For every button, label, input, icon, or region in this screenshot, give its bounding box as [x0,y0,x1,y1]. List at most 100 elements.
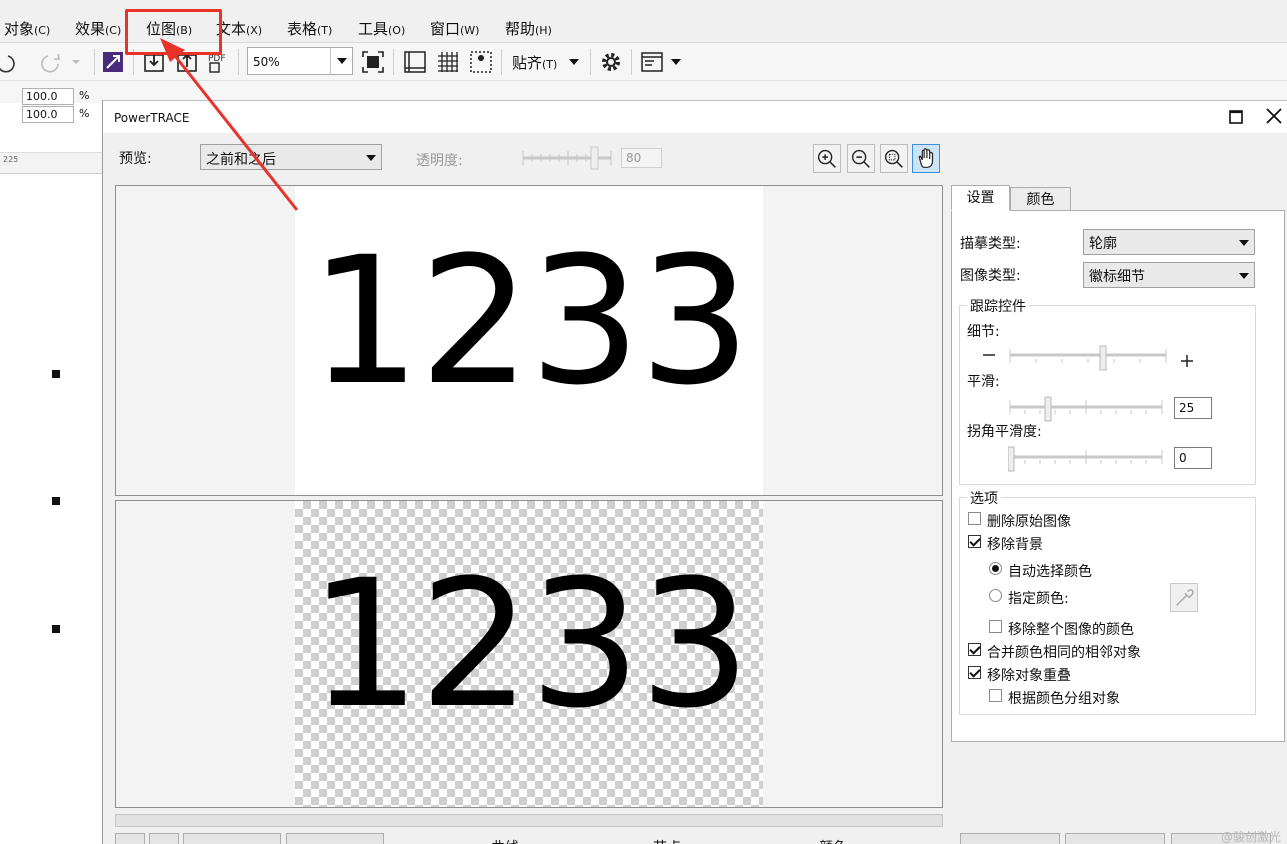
zoom-level-select[interactable]: 50% [247,47,353,75]
scale-x-field[interactable]: 100.0 [22,88,74,105]
specify-color-radio[interactable] [989,589,1002,602]
image-type-label: 图像类型: [960,268,1021,284]
snap-chevron-down-icon[interactable] [569,59,579,65]
tab-settings[interactable]: 设置 [951,185,1010,211]
auto-select-color-radio[interactable] [989,562,1002,575]
eyedropper-icon[interactable] [1170,583,1198,612]
image-type-value: 徽标细节 [1089,269,1145,285]
smoothing-slider[interactable] [1008,396,1164,422]
minus-icon[interactable] [981,347,997,363]
preview-label: 预览: [119,151,152,167]
remove-background-checkbox[interactable] [968,535,981,548]
full-screen-icon[interactable] [361,50,385,74]
remove-overlap-label: 移除对象重叠 [987,668,1071,684]
cancel-button[interactable] [1065,833,1165,844]
separator [501,49,502,75]
trace-type-value: 轮廓 [1089,236,1117,252]
tab-colors[interactable]: 颜色 [1010,187,1071,211]
selection-handle[interactable] [52,497,60,505]
launch-chevron-down-icon[interactable] [671,59,681,65]
close-icon[interactable] [1263,105,1285,127]
group-by-color-label: 根据颜色分组对象 [1008,691,1120,707]
transparency-slider[interactable] [521,145,613,171]
preview-after-pane[interactable]: 1233 [115,500,943,808]
scale-y-unit: % [79,107,90,120]
separator [94,49,95,75]
separator [631,49,632,75]
scale-x-unit: % [79,89,90,102]
auto-select-color-label: 自动选择颜色 [1008,564,1092,580]
redo-trace-button[interactable] [149,833,179,844]
redo-icon[interactable] [40,50,64,74]
trace-type-label: 描摹类型: [960,236,1021,252]
menu-effects[interactable]: 效果(C) [75,18,121,39]
options-button[interactable] [286,833,384,844]
remove-overlap-checkbox[interactable] [968,666,981,679]
detail-label: 细节: [967,324,1000,340]
ok-button[interactable] [960,833,1060,844]
selection-handle[interactable] [52,625,60,633]
remove-color-entire-image-checkbox[interactable] [989,620,1002,633]
show-grid-icon[interactable] [436,50,460,74]
menu-help[interactable]: 帮助(H) [505,18,552,39]
horizontal-ruler[interactable]: 225 [0,152,102,174]
corner-smoothness-label: 拐角平滑度: [967,424,1042,440]
detail-slider[interactable] [1008,345,1168,371]
launch-panel-icon[interactable] [640,50,664,74]
chevron-down-icon [337,58,347,64]
undo-icon[interactable] [0,50,16,74]
undo-trace-button[interactable] [115,833,145,844]
trace-type-select[interactable]: 轮廓 [1083,229,1255,255]
dialog-titlebar[interactable]: PowerTRACE [103,101,1287,133]
options-title: 选项 [967,488,1001,508]
menu-tools[interactable]: 工具(O) [358,18,405,39]
zoom-in-icon[interactable] [813,144,841,173]
transparency-value-field[interactable]: 80 [621,148,662,168]
image-type-select[interactable]: 徽标细节 [1083,262,1255,288]
before-bitmap: 1233 [295,186,763,495]
menu-table[interactable]: 表格(T) [287,18,332,39]
corel-connect-icon[interactable] [101,50,125,74]
colors-count-label: 颜色 [819,837,847,844]
after-artwork-text: 1233 [309,542,751,747]
merge-adjacent-checkbox[interactable] [968,643,981,656]
selection-handle[interactable] [52,370,60,378]
merge-adjacent-label: 合并颜色相同的相邻对象 [987,645,1141,661]
scale-y-field[interactable]: 100.0 [22,106,74,123]
app-window: 对象(C) 效果(C) 位图(B) 文本(X) 表格(T) 工具(O) 窗口(W… [0,0,1287,844]
after-traced-result: 1233 [295,501,763,807]
show-guidelines-icon[interactable] [469,50,493,74]
corner-smoothness-value-field[interactable]: 0 [1174,447,1212,469]
plus-icon[interactable] [1179,353,1195,369]
show-rulers-icon[interactable] [403,50,427,74]
menu-object[interactable]: 对象(C) [4,18,50,39]
maximize-icon[interactable] [1225,106,1247,128]
redo-dropdown-icon[interactable] [66,50,90,74]
zoom-out-icon[interactable] [847,144,875,173]
menu-window[interactable]: 窗口(W) [430,18,479,39]
menu-text[interactable]: 文本(X) [216,18,262,39]
chevron-down-icon [366,155,376,161]
specify-color-label: 指定颜色: [1008,591,1069,607]
zoom-fit-icon[interactable] [880,144,908,173]
corner-smoothness-slider[interactable] [1008,446,1164,472]
smoothing-value-field[interactable]: 25 [1174,397,1212,419]
pan-hand-icon[interactable] [912,144,940,173]
delete-original-checkbox[interactable] [968,512,981,525]
ruler-tick-label: 225 [3,155,19,164]
zoom-dropdown-button[interactable] [330,48,352,74]
curves-count-label: 曲线 [491,837,519,844]
preview-before-pane[interactable]: 1233 [115,185,943,496]
annotation-highlight-box [125,9,222,55]
snap-to-menu[interactable]: 贴齐(T) [512,52,557,73]
preview-horizontal-scrollbar[interactable] [115,814,943,827]
nodes-count-label: 节点 [653,837,681,844]
group-by-color-checkbox[interactable] [989,689,1002,702]
trace-controls-title: 跟踪控件 [967,296,1029,316]
zoom-level-value: 50% [253,55,280,69]
preview-mode-select[interactable]: 之前和之后 [200,144,382,170]
reset-button[interactable] [183,833,281,844]
watermark-text: @骏创激光 [1220,830,1281,844]
separator [238,49,239,75]
gear-icon[interactable] [599,50,623,74]
